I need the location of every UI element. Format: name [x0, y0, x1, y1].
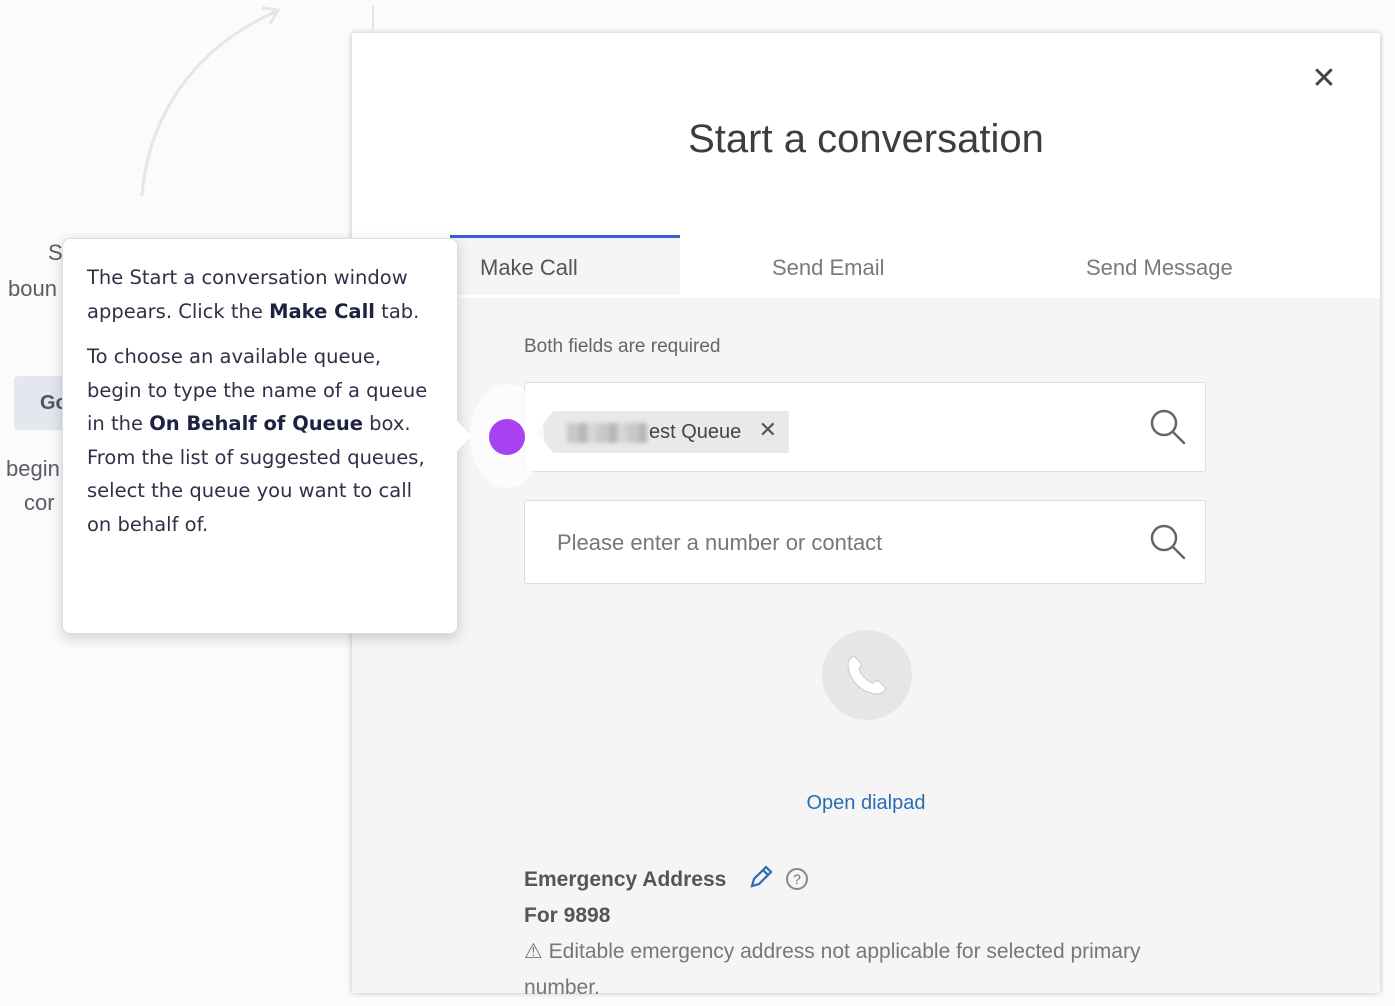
- decorative-line: [372, 6, 374, 30]
- number-or-contact-input[interactable]: [555, 501, 1139, 585]
- phone-icon: [847, 655, 887, 695]
- redacted-text: [567, 423, 647, 443]
- background-text: boun: [8, 276, 57, 301]
- emergency-for-number: For 9898: [524, 904, 611, 927]
- close-icon[interactable]: ✕: [1306, 61, 1342, 97]
- search-icon[interactable]: [1149, 408, 1187, 446]
- background-text: begin: [6, 456, 60, 481]
- call-button[interactable]: [822, 630, 912, 720]
- tooltip-pointer: [456, 420, 472, 452]
- decorative-arc: [140, 6, 281, 197]
- emergency-warning-note: ⚠ Editable emergency address not applica…: [524, 940, 1141, 999]
- on-behalf-of-queue-field[interactable]: est Queue ✕: [524, 382, 1206, 472]
- remove-chip-icon[interactable]: ✕: [759, 417, 777, 443]
- tab-send-email[interactable]: Send Email: [772, 238, 902, 298]
- pencil-icon[interactable]: [748, 864, 774, 892]
- walkthrough-tooltip: The Start a conversation window appears.…: [62, 238, 458, 634]
- tooltip-step-1: The Start a conversation window appears.…: [87, 266, 420, 323]
- required-fields-note: Both fields are required: [524, 336, 721, 357]
- background-text: cor: [24, 490, 55, 515]
- walkthrough-beacon[interactable]: [489, 419, 525, 455]
- search-icon[interactable]: [1149, 523, 1187, 561]
- tooltip-step-2: To choose an available queue, begin to t…: [87, 345, 428, 536]
- open-dialpad-link[interactable]: Open dialpad: [352, 792, 1380, 815]
- number-or-contact-field: [524, 500, 1206, 585]
- queue-chip-label: est Queue: [649, 421, 742, 443]
- dialog-title: Start a conversation: [688, 117, 1044, 161]
- emergency-address-title: Emergency Address: [524, 868, 727, 891]
- conversation-tabs: Make Call Send Email Send Message: [352, 235, 1380, 299]
- help-icon[interactable]: ?: [786, 868, 808, 890]
- start-conversation-dialog: ✕ Start a conversation Make Call Send Em…: [352, 33, 1380, 999]
- background-text: S: [48, 240, 63, 265]
- tab-send-message[interactable]: Send Message: [1086, 238, 1256, 298]
- queue-chip: est Queue ✕: [537, 411, 789, 453]
- tab-make-call[interactable]: Make Call: [450, 235, 680, 295]
